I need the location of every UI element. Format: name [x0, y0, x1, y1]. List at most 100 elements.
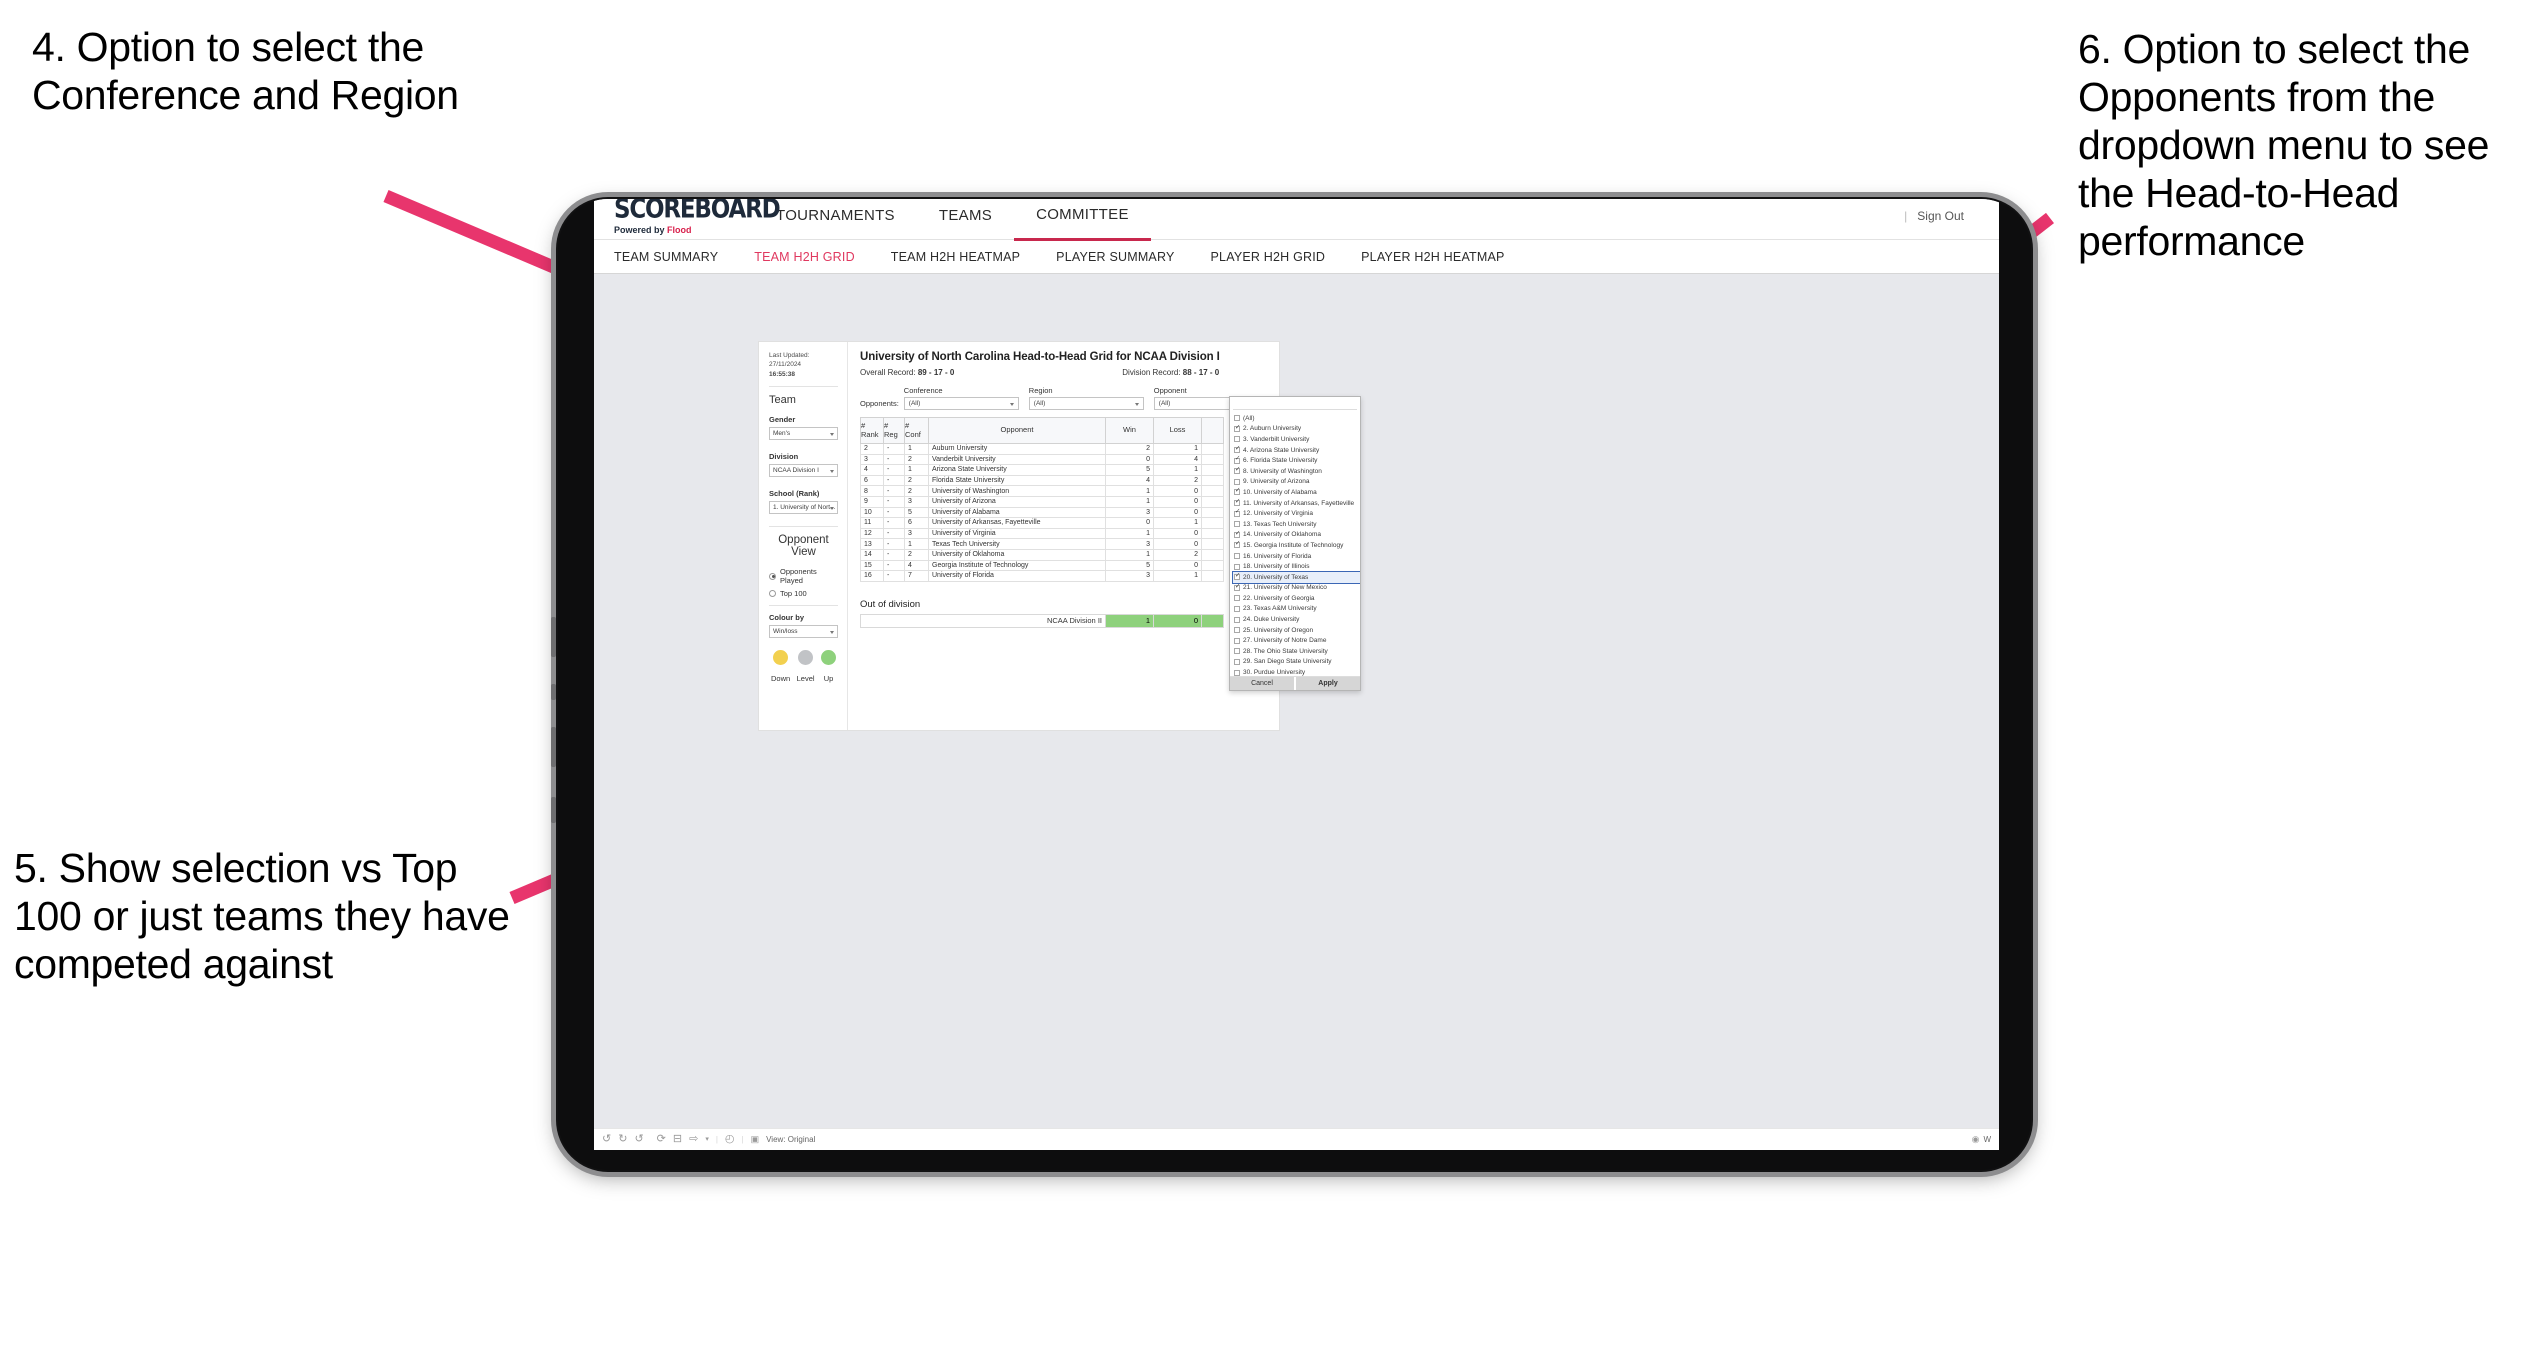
opponent-dropdown-item[interactable]: 2. Auburn University: [1233, 424, 1360, 435]
opponent-dropdown-item[interactable]: 16. University of Florida: [1233, 551, 1360, 562]
opponent-dropdown-item[interactable]: 4. Arizona State University: [1233, 445, 1360, 456]
opponent-dropdown-item[interactable]: 3. Vanderbilt University: [1233, 434, 1360, 445]
opponent-dropdown-item[interactable]: 22. University of Georgia: [1233, 593, 1360, 604]
history-icon[interactable]: ◴: [725, 1134, 735, 1145]
opponent-dropdown-item[interactable]: 13. Texas Tech University: [1233, 519, 1360, 530]
table-row[interactable]: 4-1 Arizona State University 5 1: [860, 464, 1224, 476]
subnav-item-team-h2h-heatmap[interactable]: TEAM H2H HEATMAP: [873, 250, 1038, 264]
subnav-item-team-summary[interactable]: TEAM SUMMARY: [614, 250, 736, 264]
view-icon[interactable]: ▣: [751, 1135, 760, 1144]
view-label[interactable]: View: Original: [766, 1135, 815, 1144]
checkbox-icon[interactable]: [1234, 583, 1240, 591]
opponent-dropdown-item[interactable]: (All): [1233, 413, 1360, 424]
opponent-dropdown-list[interactable]: (All) 2. Auburn University 3. Vanderbilt U…: [1230, 412, 1360, 676]
opponent-dropdown-item[interactable]: 9. University of Arizona: [1233, 477, 1360, 488]
conference-select[interactable]: (All): [903, 397, 1019, 410]
opponent-dropdown-item[interactable]: 24. Duke University: [1233, 614, 1360, 625]
region-select[interactable]: (All): [1028, 397, 1144, 410]
opponent-dropdown-search-input[interactable]: [1233, 399, 1357, 410]
table-row[interactable]: 3-2 Vanderbilt University 0 4: [860, 453, 1224, 466]
checkbox-icon[interactable]: [1234, 456, 1240, 464]
col-opponent[interactable]: Opponent: [928, 417, 1106, 444]
table-row[interactable]: 15-4 Georgia Institute of Technology 5 0: [860, 559, 1224, 572]
checkbox-icon[interactable]: [1234, 488, 1240, 496]
table-row[interactable]: 10-5 University of Alabama 3 0: [860, 506, 1224, 519]
sign-out-link[interactable]: Sign Out: [1917, 209, 1964, 223]
opponent-dropdown-item[interactable]: 18. University of Illinois: [1233, 561, 1360, 572]
apply-button[interactable]: Apply: [1294, 677, 1360, 690]
opponent-dropdown-item[interactable]: 29. San Diego State University: [1233, 657, 1360, 668]
checkbox-icon[interactable]: [1234, 616, 1240, 623]
watch-label[interactable]: W: [1983, 1135, 1991, 1144]
nav-item-committee[interactable]: COMMITTEE: [1014, 199, 1151, 241]
tablet-power-button[interactable]: [551, 797, 556, 823]
checkbox-icon[interactable]: [1234, 669, 1240, 676]
checkbox-icon[interactable]: [1234, 478, 1240, 485]
eye-icon[interactable]: ◉: [1972, 1135, 1980, 1144]
col-conf[interactable]: # Conf: [904, 417, 929, 444]
division-select[interactable]: NCAA Division I: [769, 464, 838, 478]
col-loss[interactable]: Loss: [1153, 417, 1202, 444]
opponent-dropdown-item[interactable]: 27. University of Notre Dame: [1233, 635, 1360, 646]
pause-icon[interactable]: ⊟: [673, 1134, 682, 1145]
tablet-volume-down-button[interactable]: [551, 727, 556, 767]
revert-icon[interactable]: ↺: [634, 1134, 643, 1145]
table-row[interactable]: 13-1 Texas Tech University 3 0: [860, 538, 1224, 550]
checkbox-icon[interactable]: [1234, 531, 1240, 538]
subnav-item-player-h2h-heatmap[interactable]: PLAYER H2H HEATMAP: [1343, 250, 1522, 264]
table-row[interactable]: 9-3 University of Arizona 1 0: [860, 495, 1224, 508]
table-row[interactable]: 6-2 Florida State University 4 2: [860, 474, 1224, 487]
checkbox-icon[interactable]: [1234, 415, 1240, 422]
radio-top-100[interactable]: Top 100: [769, 589, 838, 598]
redo-icon[interactable]: ↻: [618, 1134, 627, 1145]
checkbox-icon[interactable]: [1234, 605, 1240, 612]
checkbox-icon[interactable]: [1234, 467, 1240, 475]
colour-by-select[interactable]: Win/loss: [769, 625, 838, 639]
checkbox-icon[interactable]: [1234, 436, 1240, 443]
opponent-dropdown-item[interactable]: 20. University of Texas: [1232, 570, 1360, 584]
subnav-item-player-summary[interactable]: PLAYER SUMMARY: [1038, 250, 1192, 264]
checkbox-icon[interactable]: [1234, 521, 1240, 528]
opponent-dropdown-item[interactable]: 15. Georgia Institute of Technology: [1233, 540, 1360, 551]
out-of-division-row[interactable]: NCAA Division II 1 0: [860, 613, 1224, 628]
gender-select[interactable]: Men's: [769, 427, 838, 441]
table-row[interactable]: 2-1 Auburn University 2 1: [860, 443, 1224, 455]
checkbox-icon[interactable]: [1234, 627, 1240, 634]
table-row[interactable]: 14-2 University of Oklahoma 1 2: [860, 548, 1224, 561]
opponent-dropdown-item[interactable]: 11. University of Arkansas, Fayetteville: [1233, 498, 1360, 509]
app-logo[interactable]: SCOREBOARD Powered by Flood: [594, 199, 781, 239]
tablet-volume-up-button[interactable]: [551, 617, 556, 657]
opponent-dropdown-item[interactable]: 10. University of Alabama: [1233, 487, 1360, 498]
school-select[interactable]: 1. University of Nort...: [769, 501, 838, 515]
table-row[interactable]: 11-6 University of Arkansas, Fayetteville…: [860, 517, 1224, 529]
checkbox-icon[interactable]: [1234, 509, 1240, 517]
opponent-dropdown-item[interactable]: 30. Purdue University: [1233, 667, 1360, 676]
table-row[interactable]: 8-2 University of Washington 1 0: [860, 485, 1224, 497]
chevron-down-icon[interactable]: ▾: [705, 1136, 709, 1143]
checkbox-icon[interactable]: [1234, 637, 1240, 644]
opponent-dropdown-item[interactable]: 6. Florida State University: [1233, 455, 1360, 466]
table-row[interactable]: 16-7 University of Florida 3 1: [860, 570, 1224, 582]
refresh-data-icon[interactable]: ⟳: [657, 1134, 666, 1145]
opponent-dropdown-item[interactable]: 14. University of Oklahoma: [1233, 530, 1360, 541]
nav-item-teams[interactable]: TEAMS: [917, 199, 1014, 239]
checkbox-icon[interactable]: [1234, 541, 1240, 549]
opponent-dropdown-item[interactable]: 25. University of Oregon: [1233, 625, 1360, 636]
opponent-dropdown-item[interactable]: 21. University of New Mexico: [1233, 583, 1360, 594]
checkbox-icon[interactable]: [1234, 648, 1240, 655]
checkbox-icon[interactable]: [1234, 499, 1240, 507]
opponent-dropdown-item[interactable]: 8. University of Washington: [1233, 466, 1360, 477]
undo-icon[interactable]: ↺: [602, 1134, 611, 1145]
opponent-dropdown-item[interactable]: 23. Texas A&M University: [1233, 604, 1360, 615]
col-reg[interactable]: # Reg: [883, 417, 905, 444]
subnav-item-team-h2h-grid[interactable]: TEAM H2H GRID: [736, 250, 873, 264]
checkbox-icon[interactable]: [1234, 658, 1240, 665]
radio-opponents-played[interactable]: Opponents Played: [769, 567, 838, 585]
cancel-button[interactable]: Cancel: [1230, 677, 1294, 690]
table-row[interactable]: 12-3 University of Virginia 1 0: [860, 527, 1224, 540]
checkbox-icon[interactable]: [1234, 446, 1240, 454]
subnav-item-player-h2h-grid[interactable]: PLAYER H2H GRID: [1193, 250, 1344, 264]
opponent-dropdown-item[interactable]: 12. University of Virginia: [1233, 508, 1360, 519]
opponent-dropdown-item[interactable]: 28. The Ohio State University: [1233, 646, 1360, 657]
checkbox-icon[interactable]: [1234, 573, 1240, 581]
